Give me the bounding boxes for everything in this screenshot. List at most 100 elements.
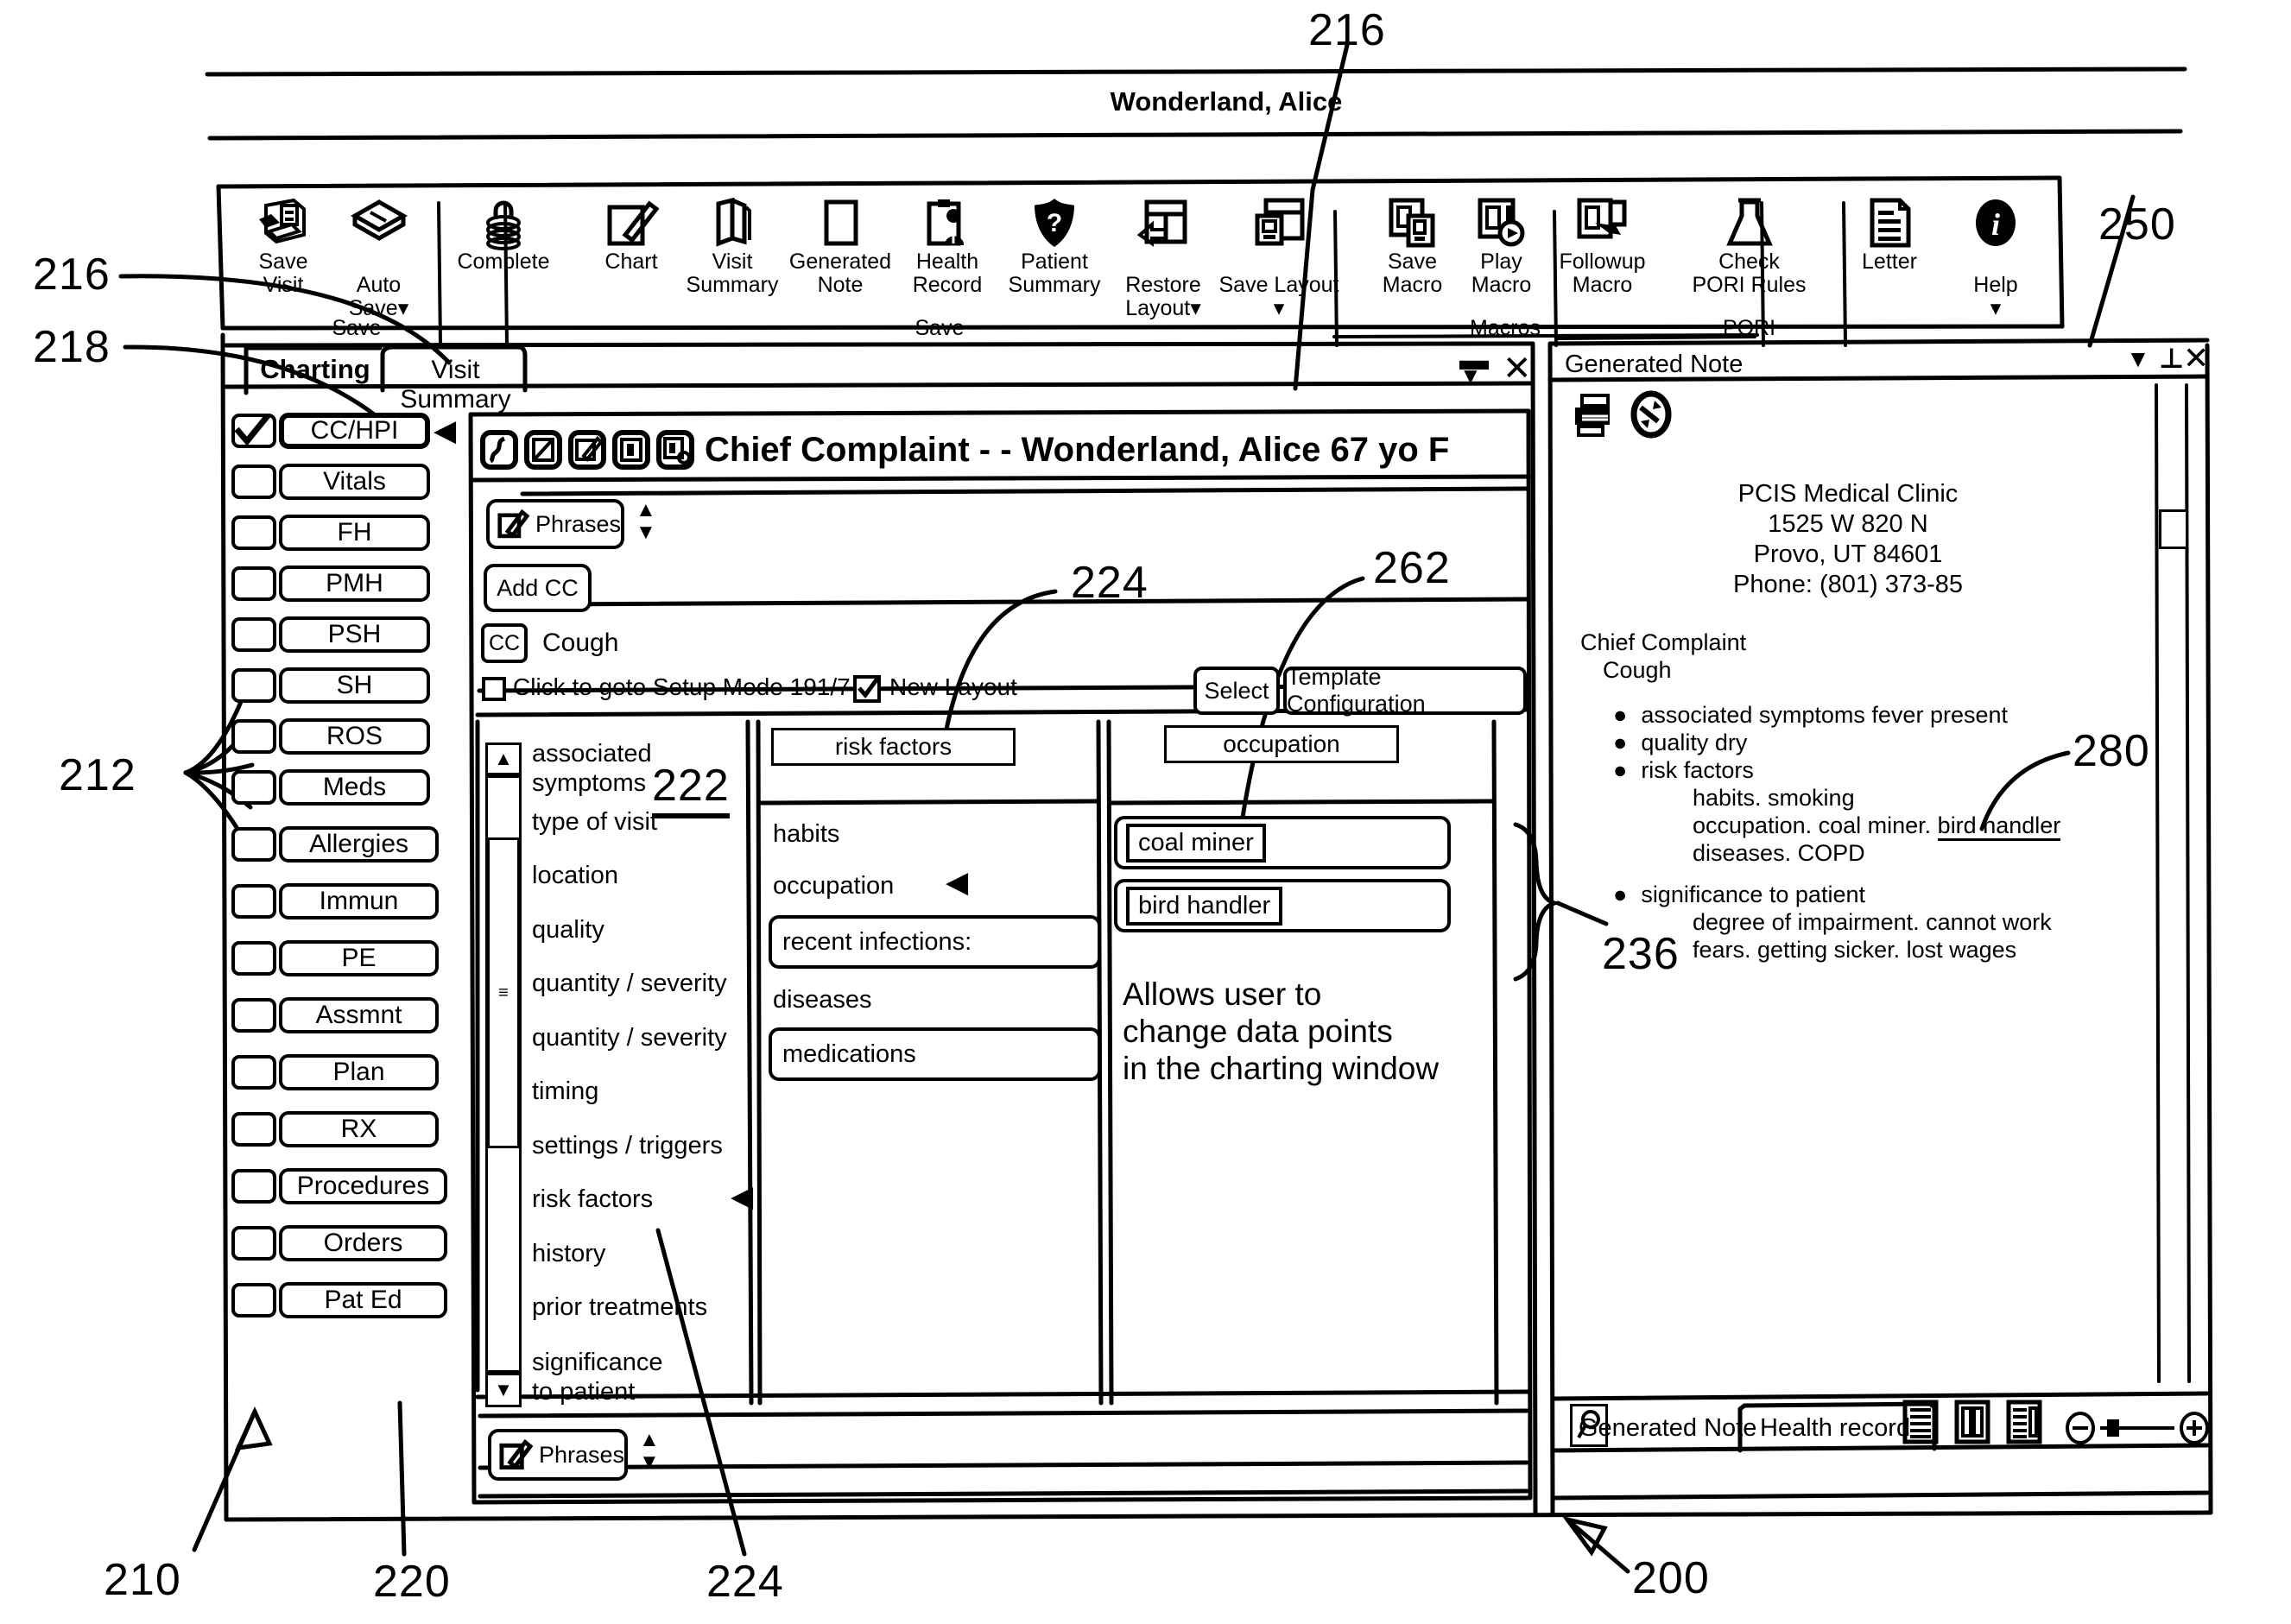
phrases-button-bottom[interactable]: Phrases: [488, 1429, 628, 1481]
sidebar-checkbox-procedures[interactable]: [231, 1169, 276, 1204]
sidebar-item-cc-hpi[interactable]: CC/HPI ◀: [231, 413, 456, 449]
ribbon-button-save-visit[interactable]: Save Visit: [240, 197, 326, 297]
sidebar-item-orders[interactable]: Orders: [231, 1225, 447, 1261]
zoom-slider-thumb[interactable]: [2107, 1419, 2119, 1437]
template-configuration-button[interactable]: Template Configuration: [1283, 664, 1527, 717]
middle-panel-item-diseases[interactable]: diseases: [773, 986, 871, 1014]
sidebar-button-fh[interactable]: FH: [279, 515, 430, 551]
sidebar-button-ros[interactable]: ROS: [279, 718, 430, 755]
search-pane-icon[interactable]: [656, 430, 694, 470]
sidebar-button-meds[interactable]: Meds: [279, 769, 430, 806]
sidebar-checkbox-sh[interactable]: [231, 668, 276, 703]
ribbon-button-save-layout[interactable]: Save Layout ▾: [1214, 197, 1344, 320]
sidebar-button-plan[interactable]: Plan: [279, 1054, 439, 1090]
middle-panel-item-recent-infections[interactable]: recent infections:: [769, 915, 1101, 969]
sidebar-button-rx[interactable]: RX: [279, 1111, 439, 1147]
new-layout-checkbox[interactable]: [853, 675, 881, 703]
signature-icon[interactable]: [480, 430, 518, 470]
data-point-item[interactable]: significance to patient: [532, 1348, 679, 1406]
right-panel-item-bird-handler[interactable]: bird handler: [1114, 879, 1451, 932]
ribbon-button-generated-note[interactable]: Generated Note: [784, 197, 896, 297]
spinner-down-icon[interactable]: ▼: [636, 521, 656, 544]
data-point-item[interactable]: prior treatments: [532, 1293, 707, 1322]
sidebar-item-vitals[interactable]: Vitals: [231, 464, 430, 500]
ribbon-button-check-pori-rules[interactable]: Check PORI Rules: [1674, 197, 1825, 297]
sidebar-checkbox-pe[interactable]: [231, 941, 276, 976]
chevron-down-icon[interactable]: ▾: [1274, 296, 1285, 320]
sidebar-button-vitals[interactable]: Vitals: [279, 464, 430, 500]
generated-note-dropdown-icon[interactable]: ▼: [2126, 345, 2150, 373]
sidebar-checkbox-allergies[interactable]: [231, 827, 276, 862]
sidebar-checkbox-ros[interactable]: [231, 719, 276, 754]
spinner-down-icon[interactable]: ▼: [639, 1451, 660, 1474]
two-column-icon[interactable]: [1952, 1399, 1993, 1447]
data-point-item[interactable]: quality: [532, 916, 604, 945]
sidebar-button-cc-hpi[interactable]: CC/HPI: [279, 413, 430, 449]
data-point-item-risk-factors[interactable]: risk factors: [532, 1185, 653, 1214]
tab-health-record-label[interactable]: Health record: [1760, 1414, 1910, 1443]
sidebar-button-sh[interactable]: SH: [279, 667, 430, 704]
zoom-out-icon[interactable]: [2064, 1411, 2097, 1445]
data-point-item[interactable]: history: [532, 1240, 605, 1268]
sidebar-checkbox-vitals[interactable]: [231, 464, 276, 499]
ribbon-button-help[interactable]: i Help ▾: [1948, 197, 2043, 320]
middle-panel-item-habits[interactable]: habits: [773, 820, 839, 849]
sidebar-item-pmh[interactable]: PMH: [231, 566, 430, 602]
sidebar-item-assmnt[interactable]: Assmnt: [231, 997, 439, 1033]
sidebar-checkbox-rx[interactable]: [231, 1112, 276, 1147]
generated-note-close-icon[interactable]: ✕: [2183, 340, 2209, 376]
sidebar-item-pe[interactable]: PE: [231, 940, 439, 976]
ribbon-button-play-macro[interactable]: Play Macro: [1456, 197, 1547, 297]
sidebar-checkbox-fh[interactable]: [231, 515, 276, 550]
tab-charting[interactable]: Charting: [250, 354, 380, 385]
right-panel-item-coal-miner[interactable]: coal miner: [1114, 816, 1451, 869]
refresh-icon[interactable]: [1629, 390, 1674, 439]
generated-note-scroll-thumb[interactable]: [2159, 509, 2188, 549]
sidebar-button-allergies[interactable]: Allergies: [279, 826, 439, 863]
ribbon-button-chart[interactable]: Chart: [584, 197, 679, 274]
middle-panel-item-occupation[interactable]: occupation: [773, 872, 894, 900]
select-button[interactable]: Select: [1193, 667, 1280, 715]
setup-mode-checkbox[interactable]: [482, 677, 506, 701]
charting-minimize-icon[interactable]: ▬ ▼: [1459, 345, 1489, 387]
chevron-down-icon[interactable]: ▾: [1990, 296, 2002, 320]
sidebar-item-plan[interactable]: Plan: [231, 1054, 439, 1090]
print-icon[interactable]: [1570, 390, 1617, 439]
sidebar-button-pat-ed[interactable]: Pat Ed: [279, 1282, 447, 1318]
ribbon-button-restore-layout[interactable]: Restore Layout▾: [1112, 197, 1214, 320]
ribbon-button-health-record[interactable]: Health Record: [896, 197, 998, 297]
sidebar-button-orders[interactable]: Orders: [279, 1225, 447, 1261]
ribbon-button-auto-save[interactable]: Auto Save▾: [333, 197, 424, 320]
generated-note-pin-icon[interactable]: ⊥: [2159, 342, 2184, 375]
ribbon-button-letter[interactable]: Letter: [1838, 197, 1941, 274]
middle-panel-item-medications[interactable]: medications: [769, 1027, 1101, 1081]
sidebar-item-psh[interactable]: PSH: [231, 616, 430, 653]
sidebar-checkbox-pat-ed[interactable]: [231, 1283, 276, 1318]
sidebar-item-rx[interactable]: RX: [231, 1111, 439, 1147]
spinner-up-icon[interactable]: ▲: [639, 1429, 660, 1451]
data-point-item[interactable]: quantity / severity: [532, 1024, 727, 1052]
sidebar-checkbox-meds[interactable]: [231, 770, 276, 805]
sidebar-button-pmh[interactable]: PMH: [279, 566, 430, 602]
sidebar-checkbox-plan[interactable]: [231, 1055, 276, 1090]
scroll-thumb[interactable]: ≡: [487, 837, 520, 1148]
sidebar-item-meds[interactable]: Meds: [231, 769, 430, 806]
ribbon-button-followup-macro[interactable]: Followup Macro: [1548, 197, 1656, 297]
sidebar-item-pat-ed[interactable]: Pat Ed: [231, 1282, 447, 1318]
charting-close-icon[interactable]: ✕: [1503, 349, 1532, 389]
sidebar-item-immun[interactable]: Immun: [231, 883, 439, 919]
zoom-slider[interactable]: [2100, 1418, 2174, 1438]
no-edit-icon[interactable]: [524, 430, 562, 470]
sidebar-button-pe[interactable]: PE: [279, 940, 439, 976]
scroll-down-button[interactable]: ▼: [485, 1373, 522, 1407]
ribbon-button-complete[interactable]: Complete: [439, 197, 568, 274]
sidebar-item-ros[interactable]: ROS: [231, 718, 430, 755]
phrases-spinner-top[interactable]: ▲ ▼: [636, 499, 656, 544]
sidebar-checkbox-cc-hpi[interactable]: [231, 414, 276, 448]
sidebar-checkbox-orders[interactable]: [231, 1226, 276, 1261]
scroll-up-button[interactable]: ▲: [485, 742, 522, 775]
zoom-in-icon[interactable]: [2178, 1411, 2211, 1445]
sidebar-checkbox-immun[interactable]: [231, 884, 276, 919]
data-point-item[interactable]: location: [532, 862, 618, 890]
phrases-button-top[interactable]: Phrases: [486, 499, 624, 549]
